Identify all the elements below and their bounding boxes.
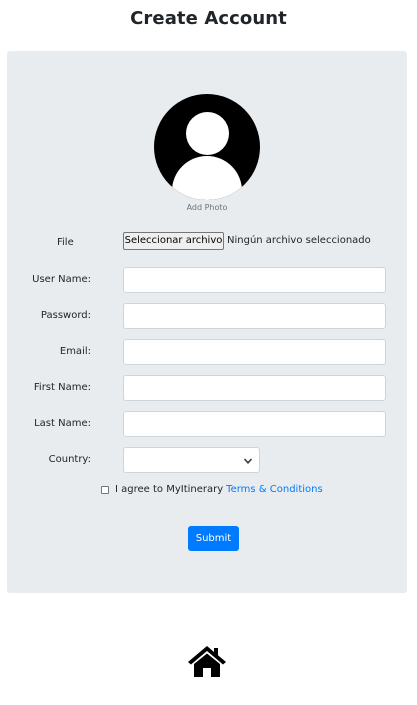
chevron-down-icon — [243, 458, 253, 464]
terms-checkbox[interactable] — [101, 485, 109, 494]
avatar-head — [186, 112, 229, 155]
terms-text: I agree to MyItinerary — [115, 484, 224, 495]
create-account-form: Add Photo File Seleccionar archivo Ningú… — [7, 51, 407, 593]
first-name-label: First Name: — [33, 382, 91, 393]
avatar-body — [172, 156, 242, 200]
page-title: Create Account — [130, 8, 287, 29]
terms-row: I agree to MyItinerary Terms & Condition… — [101, 484, 323, 495]
username-label: User Name: — [32, 274, 91, 285]
avatar-placeholder-icon[interactable] — [154, 94, 260, 200]
email-label: Email: — [59, 346, 91, 357]
file-status-text: Ningún archivo seleccionado — [227, 235, 371, 246]
password-input[interactable] — [123, 303, 386, 329]
country-label: Country: — [48, 454, 91, 465]
file-label: File — [57, 237, 74, 248]
submit-button[interactable]: Submit — [188, 526, 239, 551]
email-input[interactable] — [123, 339, 386, 365]
last-name-input[interactable] — [123, 411, 386, 437]
username-input[interactable] — [123, 267, 386, 293]
first-name-input[interactable] — [123, 375, 386, 401]
last-name-label: Last Name: — [34, 418, 91, 429]
choose-file-button[interactable]: Seleccionar archivo — [123, 232, 224, 250]
country-select[interactable] — [123, 447, 260, 473]
add-photo-caption: Add Photo — [186, 203, 228, 212]
home-icon[interactable] — [186, 644, 228, 678]
password-label: Password: — [40, 310, 91, 321]
terms-link[interactable]: Terms & Conditions — [226, 484, 323, 495]
